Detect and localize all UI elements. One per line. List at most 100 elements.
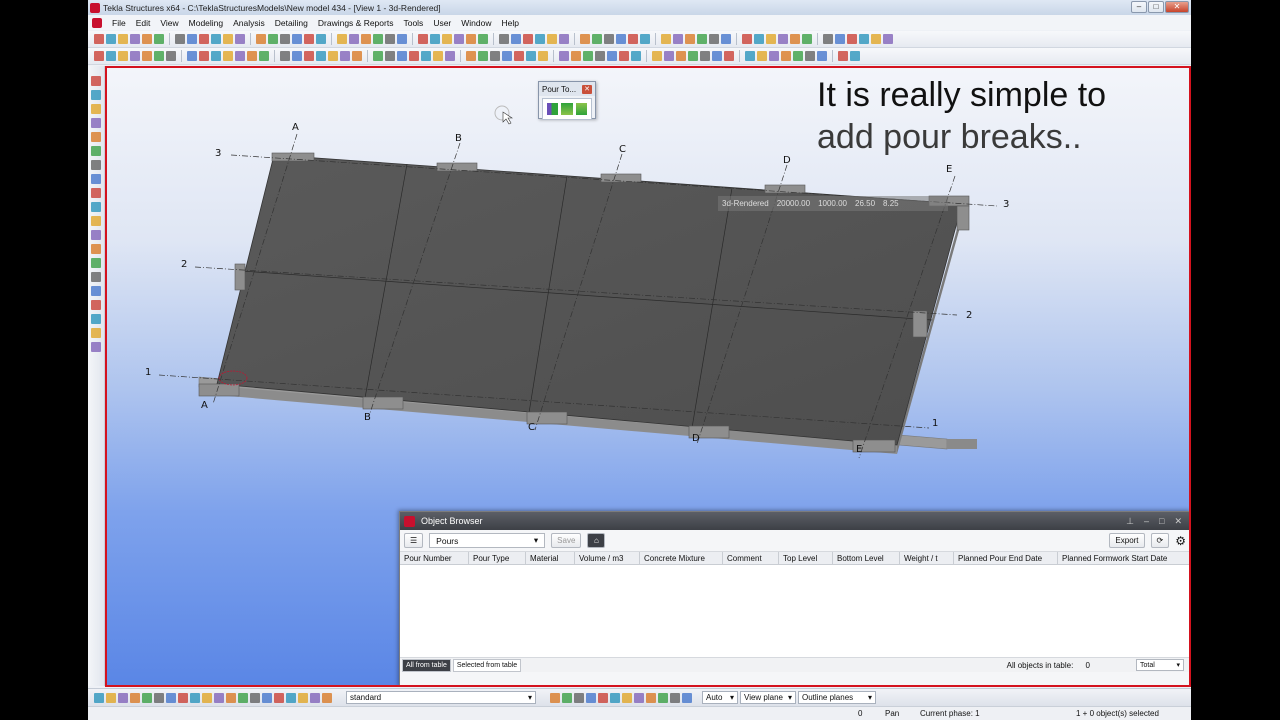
toolbar-tool-icon[interactable]: [823, 34, 833, 44]
toolbar-tool-icon[interactable]: [442, 34, 452, 44]
toolbar-tool-icon[interactable]: [607, 51, 617, 61]
toolbar-tool-icon[interactable]: [304, 34, 314, 44]
toolbar-tool-icon[interactable]: [250, 692, 260, 703]
toolbar-tool-icon[interactable]: [478, 34, 488, 44]
toolbar-tool-icon[interactable]: [91, 342, 101, 352]
pour-tools-palette[interactable]: Pour To... ✕: [538, 81, 596, 120]
toolbar-tool-icon[interactable]: [292, 34, 302, 44]
toolbar-tool-icon[interactable]: [700, 51, 710, 61]
toolbar-tool-icon[interactable]: [130, 51, 140, 61]
toolbar-tool-icon[interactable]: [409, 51, 419, 61]
toolbar-tool-icon[interactable]: [91, 132, 101, 142]
toolbar-tool-icon[interactable]: [214, 692, 224, 703]
toolbar-tool-icon[interactable]: [658, 692, 668, 703]
model-view-3d[interactable]: A B C D E A B C D E 1 2 3 1 2 3 It is re…: [105, 66, 1191, 687]
toolbar-tool-icon[interactable]: [91, 174, 101, 184]
toolbar-tool-icon[interactable]: [559, 34, 569, 44]
toolbar-tool-icon[interactable]: [166, 51, 176, 61]
toolbar-tool-icon[interactable]: [790, 34, 800, 44]
toolbar-tool-icon[interactable]: [526, 51, 536, 61]
col-planned-formwork-start-date[interactable]: Planned Formwork Start Date: [1058, 552, 1189, 564]
toolbar-tool-icon[interactable]: [514, 51, 524, 61]
toolbar-tool-icon[interactable]: [745, 51, 755, 61]
toolbar-tool-icon[interactable]: [859, 34, 869, 44]
toolbar-tool-icon[interactable]: [292, 51, 302, 61]
toolbar-tool-icon[interactable]: [187, 34, 197, 44]
close-button[interactable]: ✕: [1165, 1, 1189, 13]
toolbar-tool-icon[interactable]: [361, 34, 371, 44]
toolbar-tool-icon[interactable]: [562, 692, 572, 703]
toolbar-tool-icon[interactable]: [847, 34, 857, 44]
toolbar-tool-icon[interactable]: [322, 692, 332, 703]
toolbar-tool-icon[interactable]: [91, 286, 101, 296]
toolbar-tool-icon[interactable]: [118, 692, 128, 703]
toolbar-tool-icon[interactable]: [502, 51, 512, 61]
toolbar-tool-icon[interactable]: [742, 34, 752, 44]
menu-window[interactable]: Window: [456, 18, 496, 28]
toolbar-tool-icon[interactable]: [235, 51, 245, 61]
table-body[interactable]: [400, 565, 1189, 657]
toolbar-tool-icon[interactable]: [175, 34, 185, 44]
toolbar-tool-icon[interactable]: [871, 34, 881, 44]
toolbar-tool-icon[interactable]: [697, 34, 707, 44]
toolbar-tool-icon[interactable]: [91, 90, 101, 100]
toolbar-tool-icon[interactable]: [142, 34, 152, 44]
toolbar-tool-icon[interactable]: [682, 692, 692, 703]
toolbar-tool-icon[interactable]: [631, 51, 641, 61]
toolbar-tool-icon[interactable]: [91, 328, 101, 338]
toolbar-tool-icon[interactable]: [628, 34, 638, 44]
toolbar-tool-icon[interactable]: [397, 34, 407, 44]
toolbar-tool-icon[interactable]: [430, 34, 440, 44]
toolbar-tool-icon[interactable]: [778, 34, 788, 44]
toolbar-tool-icon[interactable]: [673, 34, 683, 44]
total-dropdown[interactable]: Total ▾: [1136, 659, 1184, 671]
toolbar-tool-icon[interactable]: [769, 51, 779, 61]
toolbar-tool-icon[interactable]: [757, 51, 767, 61]
toolbar-tool-icon[interactable]: [259, 51, 269, 61]
toolbar-tool-icon[interactable]: [94, 34, 104, 44]
toolbar-tool-icon[interactable]: [433, 51, 443, 61]
app-menu-icon[interactable]: [92, 17, 102, 28]
view-plane-dropdown[interactable]: View plane ▾: [740, 691, 796, 704]
toolbar-tool-icon[interactable]: [118, 51, 128, 61]
toolbar-tool-icon[interactable]: [781, 51, 791, 61]
toolbar-tool-icon[interactable]: [91, 272, 101, 282]
toolbar-tool-icon[interactable]: [661, 34, 671, 44]
toolbar-tool-icon[interactable]: [91, 258, 101, 268]
toolbar-tool-icon[interactable]: [559, 51, 569, 61]
menu-drawings-reports[interactable]: Drawings & Reports: [313, 18, 399, 28]
pour-tools-close-icon[interactable]: ✕: [582, 84, 592, 94]
toolbar-tool-icon[interactable]: [466, 34, 476, 44]
toolbar-tool-icon[interactable]: [106, 51, 116, 61]
save-button[interactable]: Save: [551, 533, 582, 548]
toolbar-tool-icon[interactable]: [574, 692, 584, 703]
toolbar-tool-icon[interactable]: [130, 692, 140, 703]
toolbar-tool-icon[interactable]: [664, 51, 674, 61]
toolbar-tool-icon[interactable]: [154, 51, 164, 61]
toolbar-tool-icon[interactable]: [256, 34, 266, 44]
settings-gear-icon[interactable]: ⚙: [1175, 534, 1186, 548]
toolbar-tool-icon[interactable]: [766, 34, 776, 44]
selection-filter-dropdown[interactable]: standard ▾: [346, 691, 536, 704]
toolbar-tool-icon[interactable]: [280, 51, 290, 61]
toolbar-tool-icon[interactable]: [166, 692, 176, 703]
toolbar-tool-icon[interactable]: [802, 34, 812, 44]
maximize-button[interactable]: □: [1148, 1, 1164, 13]
toolbar-tool-icon[interactable]: [349, 34, 359, 44]
toolbar-tool-icon[interactable]: [652, 51, 662, 61]
toolbar-tool-icon[interactable]: [817, 51, 827, 61]
toolbar-tool-icon[interactable]: [268, 34, 278, 44]
toolbar-tool-icon[interactable]: [373, 34, 383, 44]
ob-minimize-icon[interactable]: –: [1144, 516, 1149, 527]
toolbar-tool-icon[interactable]: [604, 34, 614, 44]
toolbar-tool-icon[interactable]: [91, 216, 101, 226]
toolbar-tool-icon[interactable]: [328, 51, 338, 61]
toolbar-tool-icon[interactable]: [91, 314, 101, 324]
toolbar-tool-icon[interactable]: [211, 34, 221, 44]
menu-modeling[interactable]: Modeling: [184, 18, 229, 28]
toolbar-tool-icon[interactable]: [274, 692, 284, 703]
toolbar-tool-icon[interactable]: [385, 34, 395, 44]
toolbar-tool-icon[interactable]: [592, 34, 602, 44]
toolbar-tool-icon[interactable]: [142, 692, 152, 703]
toolbar-tool-icon[interactable]: [247, 51, 257, 61]
